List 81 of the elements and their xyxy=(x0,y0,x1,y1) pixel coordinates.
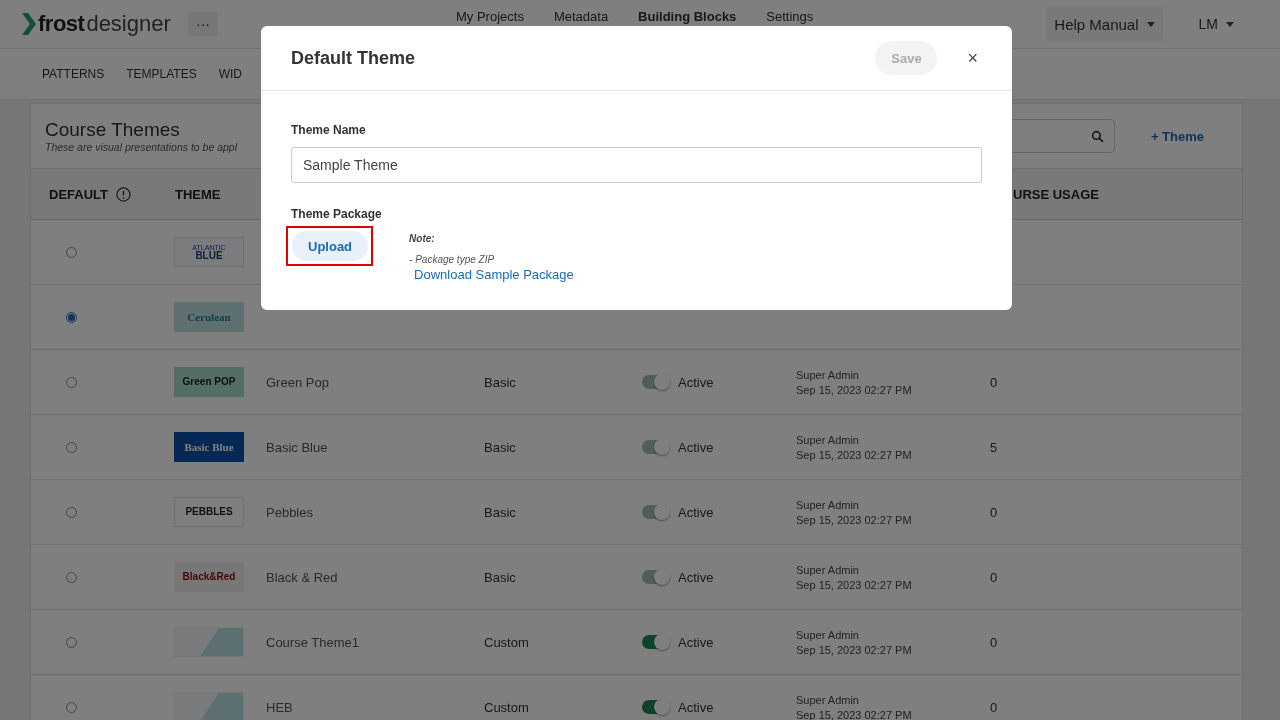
modified-by: Super Admin xyxy=(796,693,860,706)
add-theme-button[interactable]: + Theme xyxy=(1144,127,1210,145)
theme-name-input[interactable]: Sample Theme xyxy=(291,147,982,183)
modified-date: Sep 15, 2023 02:27 PM xyxy=(796,643,913,656)
default-radio[interactable] xyxy=(66,311,77,323)
close-button[interactable]: × xyxy=(963,47,982,69)
nav-link[interactable]: Metadata xyxy=(553,9,609,24)
thumbnail-text: Basic Blue xyxy=(184,441,234,453)
theme-name: Black & Red xyxy=(266,569,339,585)
theme-thumbnail xyxy=(174,627,244,657)
status-label: Active xyxy=(678,374,714,390)
caret-icon xyxy=(1146,21,1155,27)
modified-by: Super Admin xyxy=(796,368,860,381)
section-tab[interactable]: PATTERNS xyxy=(42,67,105,81)
download-link[interactable]: Download Sample Package xyxy=(414,267,574,282)
status-label: Active xyxy=(678,569,714,585)
status-label: Active xyxy=(678,439,714,455)
theme-type: Basic xyxy=(484,439,517,455)
search-icon xyxy=(1090,129,1104,143)
panel-title: Course Themes xyxy=(45,119,181,141)
default-radio[interactable] xyxy=(66,246,77,258)
thumbnail-text: Green POP xyxy=(182,377,236,387)
usage-count: 0 xyxy=(990,374,998,390)
theme-name: Course Theme1 xyxy=(266,634,360,650)
modified-by: Super Admin xyxy=(796,628,860,641)
modified-by: Super Admin xyxy=(796,498,860,511)
thumbnail-text: Black&Red xyxy=(182,572,236,582)
upload-button[interactable]: Upload xyxy=(292,231,369,261)
column-header: THEME xyxy=(175,186,221,202)
theme-name: Pebbles xyxy=(266,504,314,520)
usage-count: 0 xyxy=(990,699,998,715)
more-button[interactable]: ··· xyxy=(188,12,218,36)
note-title: Note: xyxy=(409,233,436,244)
theme-name: Green Pop xyxy=(266,374,330,390)
modified-date: Sep 15, 2023 02:27 PM xyxy=(796,448,913,461)
theme-type: Basic xyxy=(484,504,517,520)
usage-count: 5 xyxy=(990,439,998,455)
status-toggle[interactable] xyxy=(642,635,668,649)
status-label: Active xyxy=(678,504,714,520)
usage-count: 0 xyxy=(990,504,998,520)
section-tab[interactable]: TEMPLATES xyxy=(126,67,197,81)
modified-by: Super Admin xyxy=(796,433,860,446)
theme-name: Basic Blue xyxy=(266,439,329,455)
column-header: DEFAULT xyxy=(49,186,108,202)
nav-link[interactable]: Settings xyxy=(766,9,814,24)
modified-date: Sep 15, 2023 02:27 PM xyxy=(796,513,913,526)
usage-count: 0 xyxy=(990,634,998,650)
nav-link[interactable]: My Projects xyxy=(456,9,524,24)
logo-chevron-icon xyxy=(22,13,36,35)
caret-icon xyxy=(1226,21,1234,27)
modified-date: Sep 15, 2023 02:27 PM xyxy=(796,708,913,720)
theme-name: HEB xyxy=(266,699,294,715)
panel-subtitle: These are visual presentations to be appl xyxy=(45,141,238,153)
thumbnail-text: PEBBLES xyxy=(185,507,233,517)
theme-type: Basic xyxy=(484,374,517,390)
theme-type: Custom xyxy=(484,634,530,650)
help-menu-button[interactable]: Help Manual xyxy=(1046,6,1163,42)
user-menu-button[interactable]: LM xyxy=(1192,15,1240,33)
modified-date: Sep 15, 2023 02:27 PM xyxy=(796,383,913,396)
section-tab[interactable]: WID xyxy=(218,67,243,81)
column-header: URSE USAGE xyxy=(1013,186,1099,202)
theme-type: Basic xyxy=(484,569,517,585)
info-icon xyxy=(116,186,131,202)
field-label: Theme Name xyxy=(291,123,367,137)
default-radio[interactable] xyxy=(66,636,77,648)
logo-text: frost xyxy=(38,11,85,37)
theme-type: Custom xyxy=(484,699,530,715)
modified-by: Super Admin xyxy=(796,563,860,576)
field-label: Theme Package xyxy=(291,207,383,221)
status-toggle[interactable] xyxy=(642,700,668,714)
default-radio[interactable] xyxy=(66,701,77,713)
status-label: Active xyxy=(678,634,714,650)
nav-link[interactable]: Building Blocks xyxy=(638,9,737,24)
note-text: - Package type ZIP xyxy=(409,254,496,265)
thumbnail-text: BLUE xyxy=(195,250,223,261)
modified-date: Sep 15, 2023 02:27 PM xyxy=(796,578,913,591)
status-label: Active xyxy=(678,699,714,715)
dialog-title: Default Theme xyxy=(291,47,416,69)
usage-count: 0 xyxy=(990,569,998,585)
logo-text: designer xyxy=(86,11,171,37)
thumbnail-text: Cerulean xyxy=(187,311,231,323)
